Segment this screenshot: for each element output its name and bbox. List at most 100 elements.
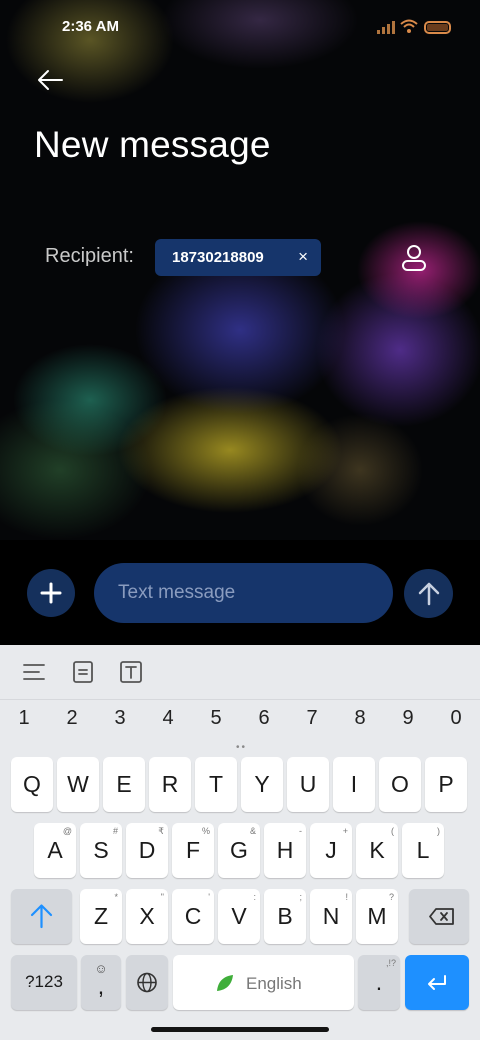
key-d-label: D [138,837,156,863]
key-l[interactable]: L) [402,823,444,878]
contact-picker-button[interactable] [398,242,430,274]
symbols-key-label: ?123 [25,972,63,991]
back-button[interactable] [30,62,70,98]
key-m-label: M [367,903,387,929]
number-key-4[interactable]: 4 [148,707,188,730]
key-c-hint: ' [208,892,210,902]
number-key-5[interactable]: 5 [196,707,236,730]
keyboard: 1234567890 •• Q W E R T Y U I O P A @ S # D ₹ F% G & H - J + K(… [0,645,480,1040]
key-c[interactable]: C ' [172,889,214,944]
key-x[interactable]: X " [126,889,168,944]
key-d-hint: ₹ [158,826,164,836]
key-f-hint: % [201,826,210,836]
backspace-icon [429,908,454,925]
key-b[interactable]: B; [264,889,306,944]
comma-key[interactable]: , ☺ [81,955,121,1010]
key-k-hint: ( [391,826,394,836]
key-f-label: F [185,837,201,863]
backspace-key[interactable] [409,889,469,944]
key-d[interactable]: D ₹ [126,823,168,878]
key-r[interactable]: R [149,757,191,812]
add-attachment-button[interactable] [27,569,75,617]
emoji-icon: ☺ [94,961,108,976]
key-f[interactable]: F% [172,823,214,878]
key-u-label: U [299,771,317,797]
key-k[interactable]: K( [356,823,398,878]
key-q[interactable]: Q [11,757,53,812]
number-key-1[interactable]: 1 [4,707,44,730]
space-key[interactable]: English [173,955,354,1010]
globe-icon [137,972,157,993]
battery-icon [424,21,451,34]
key-g[interactable]: G & [218,823,260,878]
send-button[interactable] [404,569,453,618]
text-tool-icon[interactable] [118,659,144,685]
key-n[interactable]: N! [310,889,352,944]
status-bar: 2:36 AM [0,0,480,56]
key-j-hint: + [342,826,348,836]
recipient-label: Recipient: [45,245,134,267]
key-s-label: S [93,837,109,863]
key-j-label: J [325,837,337,863]
recipient-number: 18730218809 [172,249,264,266]
key-y-label: Y [254,771,270,797]
key-z[interactable]: Z * [80,889,122,944]
key-i-label: I [350,771,358,797]
recipient-chip[interactable]: 18730218809 × [155,239,321,276]
shift-key[interactable] [11,889,72,944]
space-label: English [246,974,302,993]
key-q-label: Q [23,771,41,797]
key-t[interactable]: T [195,757,237,812]
key-y[interactable]: Y [241,757,283,812]
key-a[interactable]: A @ [34,823,76,878]
key-c-label: C [184,903,202,929]
key-m-hint: ? [388,892,394,902]
period-key[interactable]: .,!? [358,955,400,1010]
enter-key[interactable] [405,955,469,1010]
person-icon [402,245,426,271]
key-e[interactable]: E [103,757,145,812]
number-key-3[interactable]: 3 [100,707,140,730]
clipboard-icon[interactable] [70,659,96,685]
number-key-2[interactable]: 2 [52,707,92,730]
key-s[interactable]: S # [80,823,122,878]
key-o-label: O [391,771,409,797]
home-indicator[interactable] [151,1027,329,1032]
key-e-label: E [116,771,132,797]
key-t-label: T [208,771,224,797]
number-key-0[interactable]: 0 [436,707,476,730]
key-p[interactable]: P [425,757,467,812]
remove-recipient-icon[interactable]: × [298,247,308,267]
key-w[interactable]: W [57,757,99,812]
key-o[interactable]: O [379,757,421,812]
back-arrow-icon [38,70,63,90]
symbols-key[interactable]: ?123 [11,955,77,1010]
text-format-icon[interactable] [21,659,47,685]
key-a-label: A [47,837,63,863]
number-row: 1234567890 [0,707,480,737]
key-i[interactable]: I [333,757,375,812]
key-z-hint: * [114,892,118,902]
language-key[interactable] [126,955,168,1010]
number-key-8[interactable]: 8 [340,707,380,730]
key-p-label: P [438,771,454,797]
key-h-label: H [276,837,294,863]
number-key-9[interactable]: 9 [388,707,428,730]
shift-arrow-icon [30,904,53,929]
key-k-label: K [369,837,385,863]
key-v[interactable]: V: [218,889,260,944]
number-key-6[interactable]: 6 [244,707,284,730]
key-u[interactable]: U [287,757,329,812]
key-z-label: Z [93,903,109,929]
key-n-hint: ! [345,892,348,902]
number-key-7[interactable]: 7 [292,707,332,730]
key-g-hint: & [249,826,256,836]
wifi-icon [400,19,418,33]
key-s-hint: # [112,826,118,836]
toolbar-divider [0,699,480,700]
key-h[interactable]: H- [264,823,306,878]
key-m[interactable]: M? [356,889,398,944]
message-input[interactable] [94,563,393,623]
key-x-label: X [139,903,155,929]
key-j[interactable]: J + [310,823,352,878]
